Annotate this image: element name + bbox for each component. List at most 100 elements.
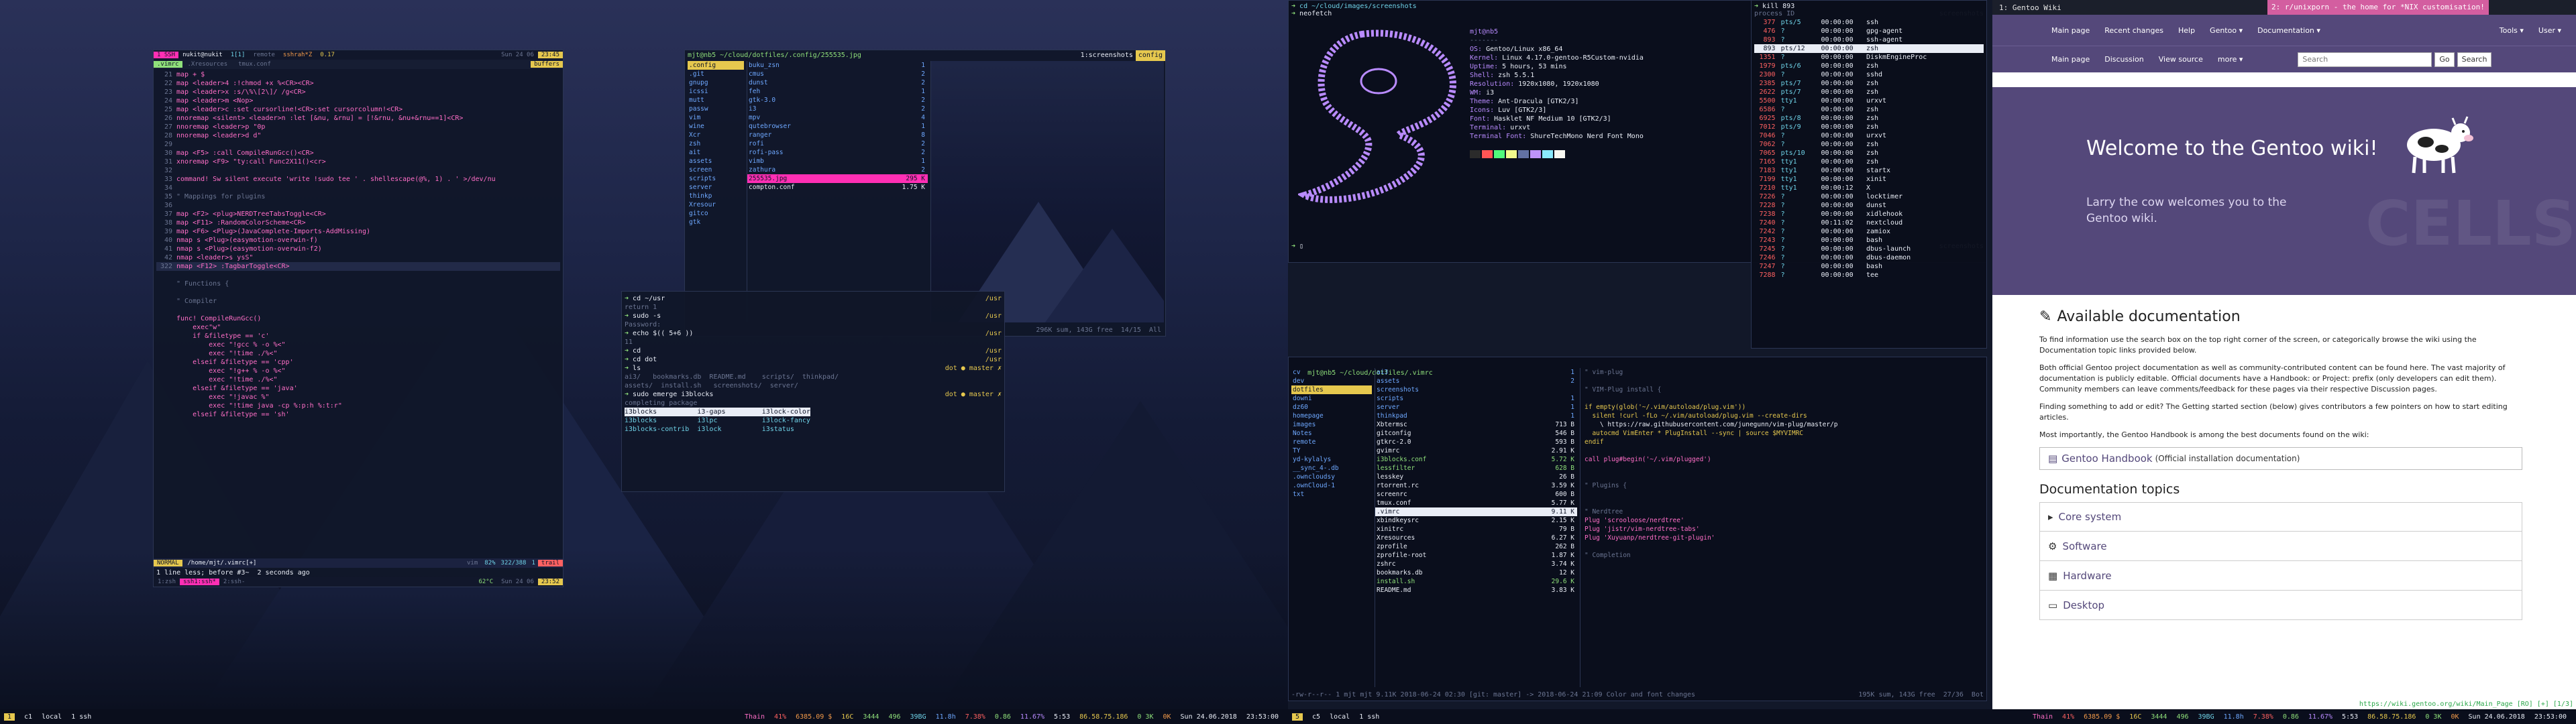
ranger-entry[interactable]: downi <box>1291 394 1372 403</box>
ranger-entry[interactable]: .owncloudsy <box>1291 473 1372 481</box>
pagenav-main-page[interactable]: Main page <box>2051 55 2090 64</box>
ranger-entry[interactable]: .ownCloud-1 <box>1291 481 1372 490</box>
browser-window[interactable]: 1: Gentoo Wiki 2: r/unixporn - the home … <box>1992 0 2576 709</box>
nav-documentation[interactable]: Documentation ▾ <box>2257 26 2320 35</box>
status-term[interactable]: c5 <box>1312 713 1320 721</box>
ranger-entry[interactable]: rofi 2 <box>747 139 928 148</box>
zsh-output[interactable]: ➜ cd ~/usr/usr return 1 ➜ sudo -s/usr Passw… <box>625 294 1002 434</box>
ranger-entry[interactable]: buku_zsn 1 <box>747 61 928 70</box>
ps-row[interactable]: 2385 pts/7 00:00:00 zsh <box>1754 79 1984 88</box>
ranger-top-col-parent[interactable]: .config .git gnupg icssi mutt passw vim wine Xcr… <box>688 61 744 322</box>
topic-label[interactable]: Desktop <box>2063 599 2104 611</box>
ps-row[interactable]: 377 pts/5 00:00:00 ssh <box>1754 18 1984 27</box>
ranger-entry[interactable]: gnupg <box>688 78 744 87</box>
ranger-entry[interactable]: gtk <box>688 218 744 227</box>
ps-row[interactable]: 2300? 00:00:00 sshd <box>1754 70 1984 79</box>
ranger-entry[interactable]: screenrc 600 B <box>1375 490 1577 499</box>
ranger-entry[interactable]: passw <box>688 105 744 113</box>
ranger-entry[interactable]: scripts 1 <box>1375 394 1577 403</box>
ranger-entry[interactable]: .vimrc 9.11 K <box>1375 507 1577 516</box>
pagenav-view-source[interactable]: View source <box>2159 55 2203 64</box>
ranger-entry[interactable]: feh 1 <box>747 87 928 96</box>
ranger-entry[interactable]: dunst 2 <box>747 78 928 87</box>
pagenav-more[interactable]: more ▾ <box>2218 55 2243 64</box>
process-list-terminal[interactable]: ➜ kill 893 process ID 377 pts/5 00:00:00 ss… <box>1751 0 1987 349</box>
ranger-entry[interactable]: Xresour <box>688 200 744 209</box>
ranger-entry[interactable]: mpv 4 <box>747 113 928 122</box>
ranger-entry[interactable]: install.sh 29.6 K <box>1375 577 1577 586</box>
ranger-entry[interactable]: zathura 2 <box>747 166 928 174</box>
ps-row[interactable]: 7062? 00:00:00 zsh <box>1754 140 1984 149</box>
ranger-entry[interactable]: wine <box>688 122 744 131</box>
ranger-entry[interactable]: Xbtermsc 713 B <box>1375 420 1577 429</box>
ps-row[interactable]: 1351? 00:00:00 DiskmEngineProc <box>1754 53 1984 62</box>
ps-row[interactable]: 7210 tty1 00:00:12 X <box>1754 184 1984 192</box>
ranger-entry[interactable]: Xresources 6.27 K <box>1375 534 1577 542</box>
ranger-entry[interactable]: .config <box>688 61 744 70</box>
ranger-entry[interactable]: ait <box>688 148 744 157</box>
search-button[interactable]: Search <box>2457 52 2492 67</box>
ps-row[interactable]: 6925 pts/8 00:00:00 zsh <box>1754 114 1984 123</box>
ranger-entry[interactable]: server <box>688 183 744 192</box>
pagenav-discussion[interactable]: Discussion <box>2104 55 2144 64</box>
ranger-entry[interactable]: zprofile-root 1.87 K <box>1375 551 1577 560</box>
ranger-bottom-col-current[interactable]: ai3 1 assets 2 screenshots scripts 1 server 1 thi… <box>1375 368 1577 687</box>
ps-row[interactable]: 6586? 00:00:00 zsh <box>1754 105 1984 114</box>
ranger-entry[interactable]: homepage <box>1291 412 1372 420</box>
ranger-entry[interactable]: dev <box>1291 377 1372 385</box>
ps-row[interactable]: 7226? 00:00:00 locktimer <box>1754 192 1984 201</box>
ranger-entry[interactable]: __sync_4-.db <box>1291 464 1372 473</box>
ranger-entry[interactable]: assets 2 <box>1375 377 1577 385</box>
ranger-entry[interactable]: 255535.jpg 295 K <box>747 174 928 183</box>
ranger-entry[interactable]: gtk-3.0 2 <box>747 96 928 105</box>
ranger-entry[interactable]: xbindkeysrc 2.15 K <box>1375 516 1577 525</box>
nav-user[interactable]: User ▾ <box>2538 26 2561 35</box>
nav-recent-changes[interactable]: Recent changes <box>2104 26 2163 35</box>
ranger-entry[interactable]: rofi-pass 2 <box>747 148 928 157</box>
ps-row[interactable]: 7246? 00:00:00 dbus-daemon <box>1754 253 1984 262</box>
ranger-entry[interactable]: compton.conf 1.75 K <box>747 183 928 192</box>
ps-rows[interactable]: 377 pts/5 00:00:00 ssh 476? 00:00:00 gpg-agent… <box>1752 18 1986 280</box>
ranger-entry[interactable]: ai3 1 <box>1375 368 1577 377</box>
nav-help[interactable]: Help <box>2178 26 2195 35</box>
browser-tab-2[interactable]: 2: r/unixporn - the home for *NIX custom… <box>2267 0 2489 15</box>
go-button[interactable]: Go <box>2434 52 2455 67</box>
ranger-entry[interactable]: gitconfig 546 B <box>1375 429 1577 438</box>
ranger-bottom-window[interactable]: mjt@nb5 ~/cloud/dotfiles/.vimrc cv dev dot… <box>1288 357 1987 701</box>
ranger-entry[interactable]: dotfiles <box>1291 385 1372 394</box>
nav-tools[interactable]: Tools ▾ <box>2500 26 2524 35</box>
ranger-entry[interactable]: lesskey 26 B <box>1375 473 1577 481</box>
ps-row[interactable]: 7243? 00:00:00 bash <box>1754 236 1984 245</box>
tmux-tab[interactable]: 1[1] <box>227 52 250 58</box>
topic-item[interactable]: ▦ Hardware <box>2039 561 2522 591</box>
tmux-window-2[interactable]: 2:ssh- <box>219 579 250 585</box>
ps-row[interactable]: 7238? 00:00:00 xidlehook <box>1754 210 1984 219</box>
ranger-entry[interactable]: vim <box>688 113 744 122</box>
topic-item[interactable]: ⚙ Software <box>2039 532 2522 561</box>
ranger-entry[interactable]: xinitrc 79 B <box>1375 525 1577 534</box>
ps-row[interactable]: 7012 pts/9 00:00:00 zsh <box>1754 123 1984 131</box>
ranger-entry[interactable]: rtorrent.rc 3.59 K <box>1375 481 1577 490</box>
ranger-top-tab-config[interactable]: config <box>1135 50 1165 61</box>
tmux-window-active[interactable]: ssh1:ssh* <box>180 579 219 585</box>
ps-row[interactable]: 7065 pts/10 00:00:00 zsh <box>1754 149 1984 158</box>
ranger-entry[interactable]: ranger 8 <box>747 131 928 139</box>
ranger-entry[interactable]: thinkp <box>688 192 744 200</box>
tmux-window-1[interactable]: 1:zsh <box>154 579 180 585</box>
ps-row[interactable]: 7199 tty1 00:00:00 xinit <box>1754 175 1984 184</box>
ranger-entry[interactable]: mutt <box>688 96 744 105</box>
ranger-entry[interactable]: qutebrowser 1 <box>747 122 928 131</box>
ranger-entry[interactable]: server 1 <box>1375 403 1577 412</box>
tmux-session[interactable]: 1 SSH <box>154 52 179 58</box>
status-term[interactable]: c1 <box>24 713 32 721</box>
vim-editor[interactable]: 21 map + $ 22 map <leader>4 :!chmod +x %<CR… <box>154 69 563 557</box>
handbook-label[interactable]: Gentoo Handbook <box>2061 452 2152 465</box>
ranger-entry[interactable]: gtkrc-2.0 593 B <box>1375 438 1577 446</box>
ranger-entry[interactable]: lessfilter 628 B <box>1375 464 1577 473</box>
ranger-entry[interactable]: zshrc 3.74 K <box>1375 560 1577 568</box>
ranger-entry[interactable]: gvimrc 2.91 K <box>1375 446 1577 455</box>
ps-row[interactable]: 7242? 00:00:00 zamiox <box>1754 227 1984 236</box>
ranger-entry[interactable]: vimb 1 <box>747 157 928 166</box>
browser-tab-1[interactable]: 1: Gentoo Wiki <box>1999 3 2267 12</box>
nav-main-page[interactable]: Main page <box>2051 26 2090 35</box>
